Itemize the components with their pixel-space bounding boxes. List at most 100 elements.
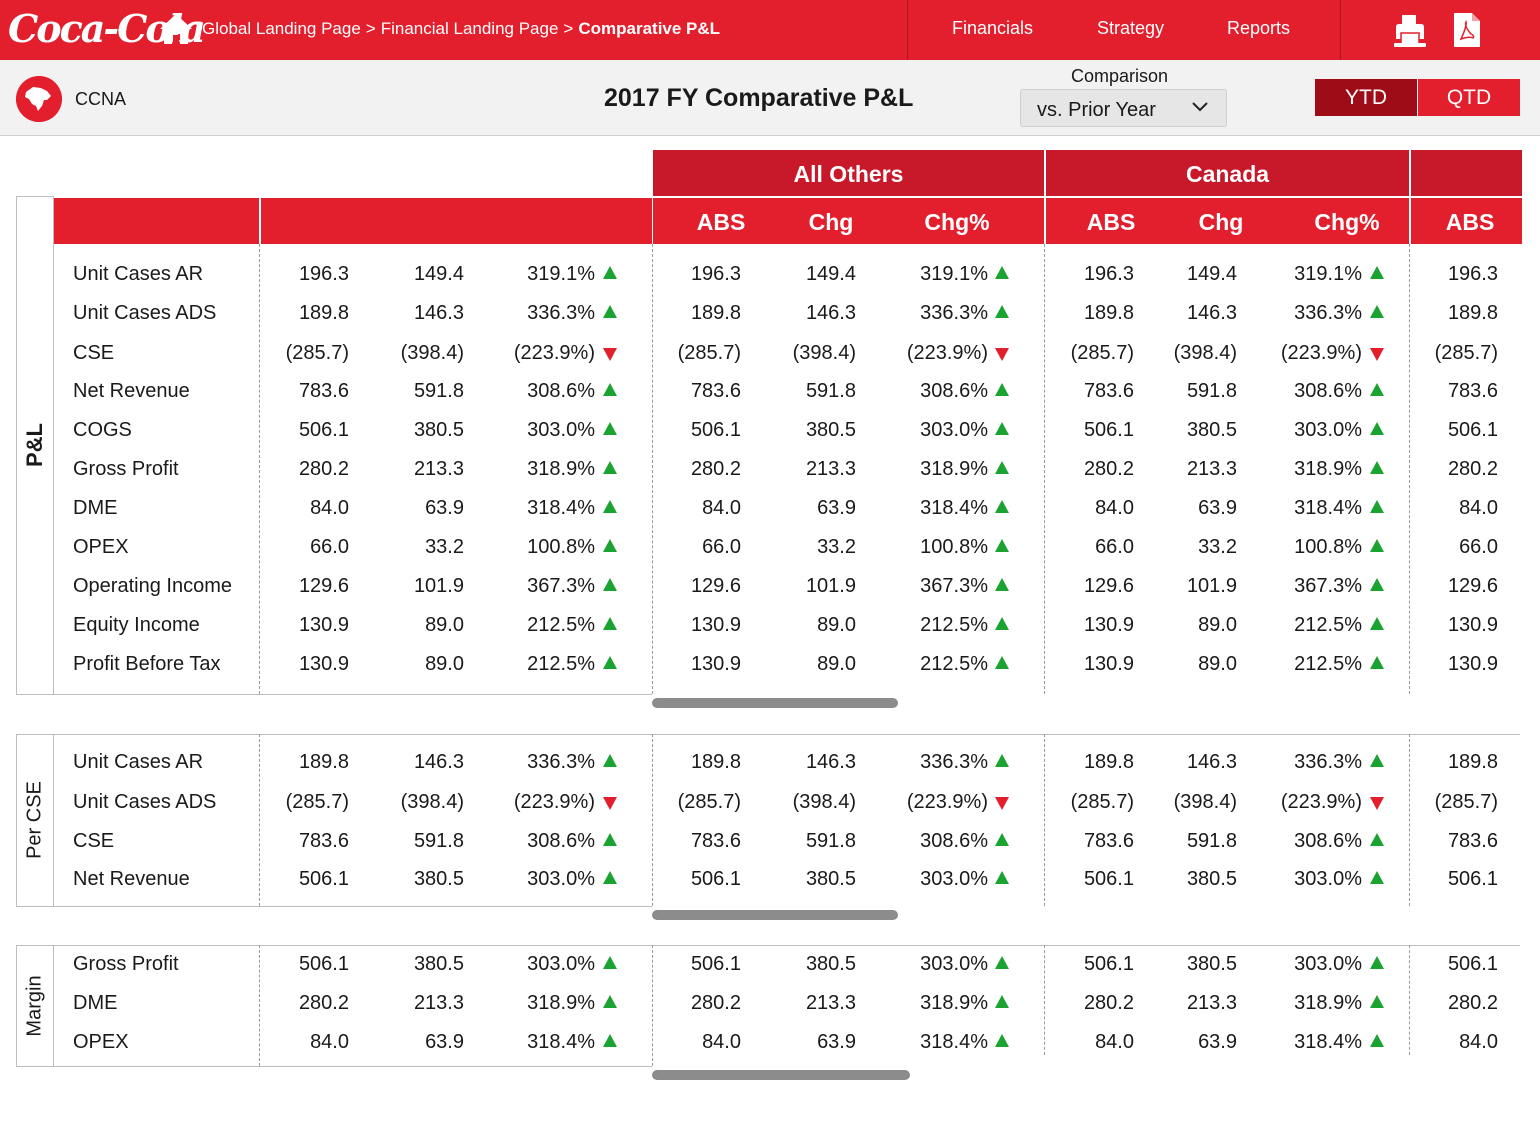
value-chg: 146.3	[413, 302, 464, 324]
horizontal-scrollbar[interactable]	[652, 698, 898, 708]
trend-up-icon	[603, 305, 617, 318]
side-label-divider	[53, 196, 54, 694]
value-chg: 89.0	[425, 653, 464, 675]
trend-up-icon	[1370, 995, 1384, 1008]
section-top-border	[16, 734, 652, 735]
value-abs: 280.2	[298, 992, 349, 1014]
value-chg: 33.2	[1198, 536, 1237, 558]
horizontal-scrollbar[interactable]	[652, 1070, 910, 1080]
row-label: Gross Profit	[73, 953, 179, 975]
trend-down-icon	[1370, 348, 1384, 361]
value-chg-pct: (223.9%)	[906, 791, 988, 813]
value-abs: 196.3	[298, 263, 349, 285]
row-label: CSE	[73, 342, 115, 364]
value-chg-pct: 318.9%	[527, 992, 595, 1014]
header-row-base-cell	[261, 198, 652, 244]
value-chg: 146.3	[805, 751, 856, 773]
value-abs: 506.1	[1447, 868, 1498, 890]
qtd-toggle[interactable]: QTD	[1418, 79, 1520, 116]
value-abs: 783.6	[690, 830, 741, 852]
row-label: COGS	[73, 419, 132, 441]
breadcrumb-financial-landing[interactable]: Financial Landing Page	[381, 19, 559, 39]
trend-up-icon	[995, 995, 1009, 1008]
value-abs: 129.6	[1447, 575, 1498, 597]
value-chg: 101.9	[413, 575, 464, 597]
print-icon[interactable]	[1393, 13, 1427, 49]
value-chg-pct: 367.3%	[1294, 575, 1362, 597]
trend-down-icon	[995, 797, 1009, 810]
breadcrumb-global-landing[interactable]: Global Landing Page	[202, 19, 361, 39]
chevron-right-icon: >	[563, 19, 574, 38]
section-top-border	[652, 945, 1520, 946]
row-label: CSE	[73, 830, 115, 852]
nav-reports[interactable]: Reports	[1227, 18, 1290, 39]
trend-up-icon	[1370, 461, 1384, 474]
value-chg-pct: 308.6%	[527, 830, 595, 852]
value-chg-pct: (223.9%)	[513, 791, 595, 813]
horizontal-scrollbar[interactable]	[652, 910, 898, 920]
row-label: OPEX	[73, 1031, 129, 1053]
section-top-border	[16, 945, 652, 946]
trend-up-icon	[603, 500, 617, 513]
nav-divider	[907, 0, 908, 60]
nav-strategy[interactable]: Strategy	[1097, 18, 1164, 39]
value-chg-pct: 318.4%	[1294, 497, 1362, 519]
value-chg: 380.5	[805, 868, 856, 890]
trend-up-icon	[603, 422, 617, 435]
value-chg: 89.0	[1198, 653, 1237, 675]
value-abs: 506.1	[690, 953, 741, 975]
ytd-toggle[interactable]: YTD	[1315, 79, 1417, 116]
row-label: Unit Cases ADS	[73, 791, 217, 813]
trend-up-icon	[603, 266, 617, 279]
pdf-icon[interactable]	[1453, 12, 1481, 48]
row-label: DME	[73, 992, 118, 1014]
value-abs: (285.7)	[677, 342, 741, 364]
value-abs: 66.0	[702, 536, 741, 558]
value-chg-pct: 336.3%	[920, 302, 988, 324]
value-chg-pct: 303.0%	[1294, 868, 1362, 890]
trend-up-icon	[995, 461, 1009, 474]
value-abs: 189.8	[1083, 751, 1134, 773]
nav-divider	[1340, 0, 1341, 60]
comparison-selected-value: vs. Prior Year	[1037, 99, 1156, 121]
value-chg-pct: 303.0%	[920, 953, 988, 975]
trend-up-icon	[995, 617, 1009, 630]
value-abs: 189.8	[298, 751, 349, 773]
chevron-right-icon: >	[365, 19, 376, 38]
value-chg: 591.8	[413, 380, 464, 402]
value-chg: 89.0	[817, 653, 856, 675]
col-header-abs: ABS	[696, 209, 746, 235]
value-chg: 380.5	[413, 419, 464, 441]
value-chg-pct: (223.9%)	[513, 342, 595, 364]
value-chg: 33.2	[817, 536, 856, 558]
value-abs: 189.8	[298, 302, 349, 324]
value-chg: 146.3	[805, 302, 856, 324]
column-divider	[652, 734, 653, 906]
nav-financials[interactable]: Financials	[952, 18, 1033, 39]
trend-up-icon	[995, 500, 1009, 513]
value-abs: 130.9	[1083, 653, 1134, 675]
value-chg-pct: 318.9%	[1294, 992, 1362, 1014]
value-abs: 66.0	[310, 536, 349, 558]
value-chg: 591.8	[413, 830, 464, 852]
value-chg: 146.3	[1186, 751, 1237, 773]
trend-up-icon	[603, 578, 617, 591]
trend-up-icon	[995, 1034, 1009, 1047]
value-chg-pct: 367.3%	[920, 575, 988, 597]
value-chg-pct: 212.5%	[1294, 614, 1362, 636]
home-icon[interactable]	[158, 12, 194, 46]
comparison-dropdown[interactable]: vs. Prior Year	[1020, 89, 1227, 127]
trend-up-icon	[995, 422, 1009, 435]
trend-up-icon	[995, 578, 1009, 591]
value-chg-pct: 318.4%	[527, 497, 595, 519]
section-label-text: Margin	[23, 974, 45, 1037]
section-bottom-border	[16, 906, 652, 907]
col-header-chg: Chg	[1198, 209, 1244, 235]
trend-up-icon	[1370, 578, 1384, 591]
value-chg: 33.2	[425, 536, 464, 558]
group-header-all-others: All Others	[653, 150, 1044, 196]
value-chg: 591.8	[805, 380, 856, 402]
value-chg: 63.9	[1198, 1031, 1237, 1053]
value-chg: 591.8	[1186, 380, 1237, 402]
trend-up-icon	[603, 461, 617, 474]
